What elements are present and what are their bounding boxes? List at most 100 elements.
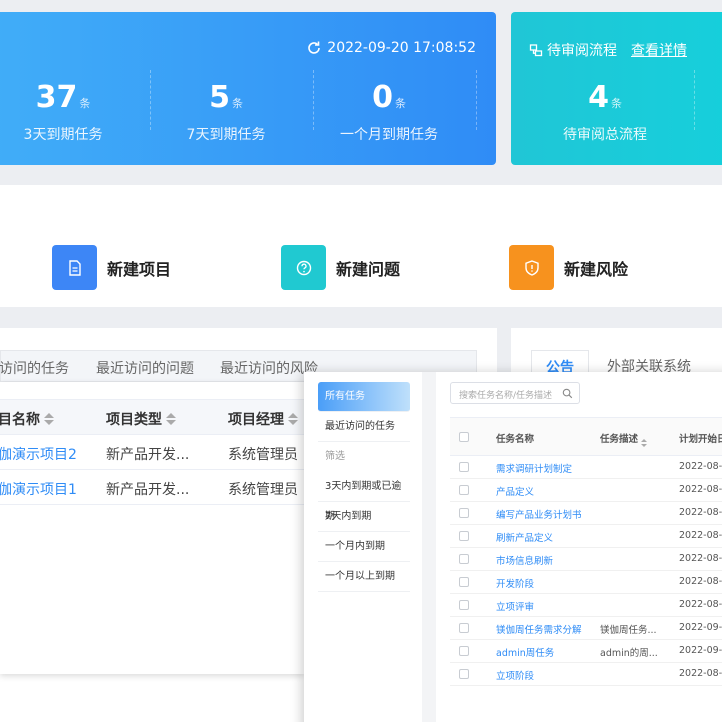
metric-label: 7天到期任务 [186, 127, 266, 143]
select-all-checkbox[interactable] [459, 432, 469, 442]
row-checkbox[interactable] [459, 669, 469, 679]
task-name-link[interactable]: 开发阶段 [496, 576, 534, 590]
row-checkbox[interactable] [459, 462, 469, 472]
task-name-link[interactable]: 需求调研计划制定 [496, 461, 572, 475]
column-label: 项目类型 [106, 412, 162, 428]
table-header: 目名称 项目类型 项目经理 [0, 399, 304, 435]
project-type: 新产品开发... [106, 482, 190, 498]
metric-unit: 条 [610, 97, 622, 110]
new-risk-button[interactable]: 新建风险 [509, 245, 628, 290]
task-start: 2022-08-2 [679, 576, 722, 587]
row-checkbox[interactable] [459, 554, 469, 564]
sort-icon[interactable] [44, 413, 54, 425]
table-row[interactable]: 伽演示项目1 新产品开发... 系统管理员 [0, 470, 304, 505]
task-name-link[interactable]: 编写产品业务计划书 [496, 507, 582, 521]
table-row[interactable]: admin周任务 admin的周... 2022-09-0 [450, 640, 722, 663]
metric-unit: 条 [231, 97, 243, 110]
metric-month[interactable]: 0条 一个月到期任务 [309, 80, 469, 144]
review-stats-card: 待审阅流程 查看详情 4条 待审阅总流程 [511, 12, 722, 165]
column-plan-start[interactable]: 计划开始日 [679, 431, 722, 445]
task-name-link[interactable]: 刷新产品定义 [496, 530, 553, 544]
row-checkbox[interactable] [459, 600, 469, 610]
table-row[interactable]: 立项评审 2022-08-2 [450, 594, 722, 617]
project-name-link[interactable]: 伽演示项目1 [0, 479, 77, 499]
filter-recent-tasks[interactable]: 最近访问的任务 [318, 412, 410, 442]
column-project-name[interactable]: 目名称 [0, 409, 54, 429]
table-row[interactable]: 刷新产品定义 2022-08-2 [450, 525, 722, 548]
column-project-type[interactable]: 项目类型 [106, 409, 176, 429]
refresh-icon[interactable] [306, 40, 322, 56]
task-name-link[interactable]: 立项评审 [496, 599, 534, 613]
task-search-input[interactable]: 搜索任务名称/任务描述 [450, 382, 580, 404]
metric-3-day[interactable]: 37 条 3天到期任务 [0, 80, 143, 144]
row-checkbox[interactable] [459, 531, 469, 541]
metric-7-day[interactable]: 5条 7天到期任务 [146, 80, 306, 144]
new-issue-icon-box [281, 245, 326, 290]
filter-option[interactable]: 7天内到期 [318, 502, 410, 532]
column-label: 目名称 [0, 412, 40, 428]
column-label: 任务描述 [600, 434, 639, 445]
task-list-modal: 所有任务 最近访问的任务 筛选 3天内到期或已逾期 7天内到期 一个月内到期 一… [304, 372, 722, 722]
metric-unit: 条 [79, 97, 91, 110]
divider [694, 70, 695, 130]
task-name-link[interactable]: 产品定义 [496, 484, 534, 498]
refresh-time[interactable]: 2022-09-20 17:08:52 [306, 40, 476, 56]
quick-actions: 新建项目 新建问题 新建风险 [0, 185, 722, 307]
table-row[interactable]: 产品定义 2022-08- [450, 479, 722, 502]
filter-option[interactable]: 一个月内到期 [318, 532, 410, 562]
row-checkbox[interactable] [459, 485, 469, 495]
new-project-button[interactable]: 新建项目 [52, 245, 171, 290]
document-icon [68, 259, 81, 276]
flow-icon [529, 44, 543, 57]
filter-option[interactable]: 3天内到期或已逾期 [318, 472, 410, 522]
row-checkbox[interactable] [459, 646, 469, 656]
metric-value: 4 [588, 80, 609, 115]
tab-recent-tasks[interactable]: 访问的任务 [0, 358, 69, 378]
filter-option[interactable]: 一个月以上到期 [318, 562, 410, 592]
new-project-icon-box [52, 245, 97, 290]
metric-review[interactable]: 4条 待审阅总流程 [525, 80, 685, 144]
project-name-link[interactable]: 伽演示项目2 [0, 444, 77, 464]
task-start: 2022-08- [679, 507, 722, 518]
row-checkbox[interactable] [459, 623, 469, 633]
view-details-link[interactable]: 查看详情 [631, 40, 687, 60]
search-icon[interactable] [562, 388, 573, 399]
column-task-name[interactable]: 任务名称 [496, 431, 534, 445]
table-row[interactable]: 立项阶段 2022-08- [450, 663, 722, 686]
task-start: 2022-08-2 [679, 530, 722, 541]
tab-recent-issues[interactable]: 最近访问的问题 [96, 358, 194, 378]
table-row[interactable]: 需求调研计划制定 2022-08- [450, 456, 722, 479]
table-row[interactable]: 开发阶段 2022-08-2 [450, 571, 722, 594]
task-name-link[interactable]: 镁伽周任务需求分解 [496, 622, 582, 636]
table-row[interactable]: 伽演示项目2 新产品开发... 系统管理员 [0, 435, 304, 470]
column-label: 项目经理 [228, 412, 284, 428]
divider [476, 70, 477, 130]
metric-unit: 条 [394, 97, 406, 110]
task-start: 2022-08- [679, 484, 722, 495]
table-row[interactable]: 市场信息刷新 2022-08-2 [450, 548, 722, 571]
row-checkbox[interactable] [459, 577, 469, 587]
task-name-link[interactable]: 市场信息刷新 [496, 553, 553, 567]
table-row[interactable]: 镁伽周任务需求分解 镁伽周任务... 2022-09-0 [450, 617, 722, 640]
task-filter-sidebar: 所有任务 最近访问的任务 筛选 3天内到期或已逾期 7天内到期 一个月内到期 一… [318, 382, 410, 592]
sort-icon[interactable] [166, 413, 176, 425]
row-checkbox[interactable] [459, 508, 469, 518]
filter-group-label: 筛选 [325, 451, 345, 462]
filter-all-tasks[interactable]: 所有任务 [318, 382, 410, 412]
task-name-link[interactable]: 立项阶段 [496, 668, 534, 682]
task-name-link[interactable]: admin周任务 [496, 645, 554, 659]
column-project-manager[interactable]: 项目经理 [228, 409, 298, 429]
task-start: 2022-09-0 [679, 645, 722, 656]
task-desc: admin的周... [600, 648, 658, 659]
new-issue-button[interactable]: 新建问题 [281, 245, 400, 290]
table-row[interactable]: 编写产品业务计划书 2022-08- [450, 502, 722, 525]
sort-icon[interactable] [641, 439, 648, 447]
sort-icon[interactable] [288, 413, 298, 425]
task-start: 2022-08-2 [679, 553, 722, 564]
task-start: 2022-09-0 [679, 622, 722, 633]
question-icon [296, 260, 311, 275]
task-start: 2022-08- [679, 668, 722, 679]
column-task-desc[interactable]: 任务描述 [600, 431, 648, 447]
new-issue-label: 新建问题 [336, 259, 401, 279]
project-manager: 系统管理员 [228, 482, 298, 498]
